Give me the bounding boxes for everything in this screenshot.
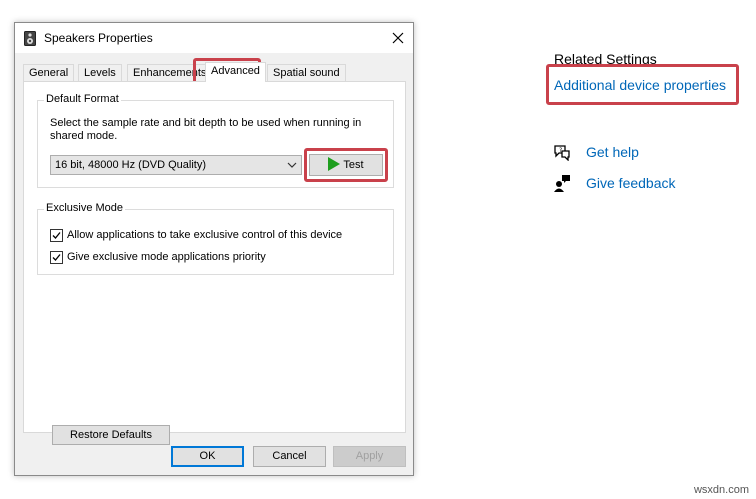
test-button-label: Test	[343, 159, 364, 171]
exclusive-control-label: Allow applications to take exclusive con…	[67, 229, 343, 241]
dialog-title: Speakers Properties	[44, 31, 153, 45]
additional-device-properties-link[interactable]: Additional device properties	[554, 77, 726, 93]
svg-text:?: ?	[559, 147, 562, 154]
tab-levels[interactable]: Levels	[78, 64, 122, 82]
exclusive-mode-label: Exclusive Mode	[44, 202, 126, 214]
format-select[interactable]: 16 bit, 48000 Hz (DVD Quality)	[50, 155, 302, 175]
feedback-icon	[554, 175, 570, 192]
tab-enhancements[interactable]: Enhancements	[127, 64, 213, 82]
test-button[interactable]: Test	[309, 154, 383, 176]
tab-spatial-sound[interactable]: Spatial sound	[267, 64, 346, 82]
exclusive-control-checkbox[interactable]	[50, 229, 63, 242]
format-select-value: 16 bit, 48000 Hz (DVD Quality)	[55, 159, 207, 171]
speaker-icon	[24, 31, 36, 46]
get-help-link[interactable]: Get help	[586, 144, 639, 160]
close-icon	[392, 32, 404, 44]
exclusive-mode-group: Exclusive Mode Allow applications to tak…	[37, 202, 394, 275]
exclusive-priority-label: Give exclusive mode applications priorit…	[67, 251, 266, 263]
close-button[interactable]	[383, 23, 413, 53]
give-feedback-link[interactable]: Give feedback	[586, 175, 676, 191]
exclusive-priority-checkbox[interactable]	[50, 251, 63, 264]
watermark: wsxdn.com	[693, 484, 749, 496]
help-icon: ?	[554, 145, 570, 161]
tab-general[interactable]: General	[23, 64, 75, 82]
play-icon	[328, 156, 341, 171]
restore-defaults-button[interactable]: Restore Defaults	[52, 425, 170, 445]
title-bar[interactable]: Speakers Properties	[15, 23, 413, 53]
default-format-label: Default Format	[44, 93, 121, 105]
default-format-description: Select the sample rate and bit depth to …	[50, 117, 362, 142]
related-settings-heading: Related Settings	[554, 51, 657, 67]
check-icon	[52, 254, 61, 261]
chevron-down-icon	[287, 162, 297, 168]
ok-button[interactable]: OK	[171, 446, 244, 467]
apply-button[interactable]: Apply	[333, 446, 406, 467]
tab-advanced[interactable]: Advanced	[205, 62, 266, 82]
default-format-group: Default Format Select the sample rate an…	[37, 93, 394, 188]
cancel-button[interactable]: Cancel	[253, 446, 326, 467]
speakers-properties-dialog: Speakers Properties General Levels Enhan…	[14, 22, 414, 476]
advanced-tab-panel: Default Format Select the sample rate an…	[23, 81, 406, 445]
check-icon	[52, 232, 61, 239]
